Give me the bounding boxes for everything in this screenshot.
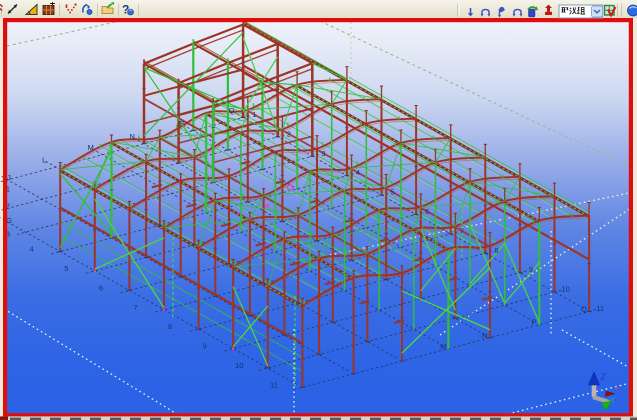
svg-text:8: 8 — [494, 246, 498, 255]
svg-text:6: 6 — [425, 207, 429, 216]
svg-text:9: 9 — [203, 342, 207, 351]
svg-text:5: 5 — [64, 264, 68, 273]
svg-text:N: N — [129, 132, 134, 141]
svg-text:N: N — [482, 331, 487, 340]
svg-text:10: 10 — [561, 285, 569, 294]
svg-text:J: J — [7, 173, 11, 182]
svg-text:1: 1 — [252, 110, 256, 119]
svg-text:11: 11 — [270, 380, 278, 389]
svg-text:4: 4 — [30, 245, 34, 254]
svg-text:3: 3 — [321, 149, 325, 158]
svg-text:Q: Q — [228, 106, 234, 115]
svg-text:9: 9 — [529, 265, 533, 274]
svg-text:5: 5 — [391, 188, 395, 197]
svg-text:P: P — [532, 318, 537, 327]
svg-text:11: 11 — [596, 304, 604, 313]
svg-text:P: P — [179, 119, 184, 128]
svg-text:10: 10 — [235, 361, 243, 370]
svg-text:M: M — [88, 143, 94, 152]
svg-text:7: 7 — [133, 303, 137, 312]
svg-text:6: 6 — [99, 283, 103, 292]
svg-text:7: 7 — [460, 226, 464, 235]
svg-text:M: M — [440, 342, 446, 351]
svg-text:8: 8 — [168, 322, 172, 331]
svg-text:Q: Q — [581, 305, 587, 314]
svg-text:Z: Z — [600, 372, 607, 382]
svg-text:4: 4 — [356, 168, 360, 177]
svg-text:2: 2 — [287, 129, 291, 138]
svg-text:L: L — [42, 155, 46, 164]
svg-text:X: X — [609, 396, 616, 405]
